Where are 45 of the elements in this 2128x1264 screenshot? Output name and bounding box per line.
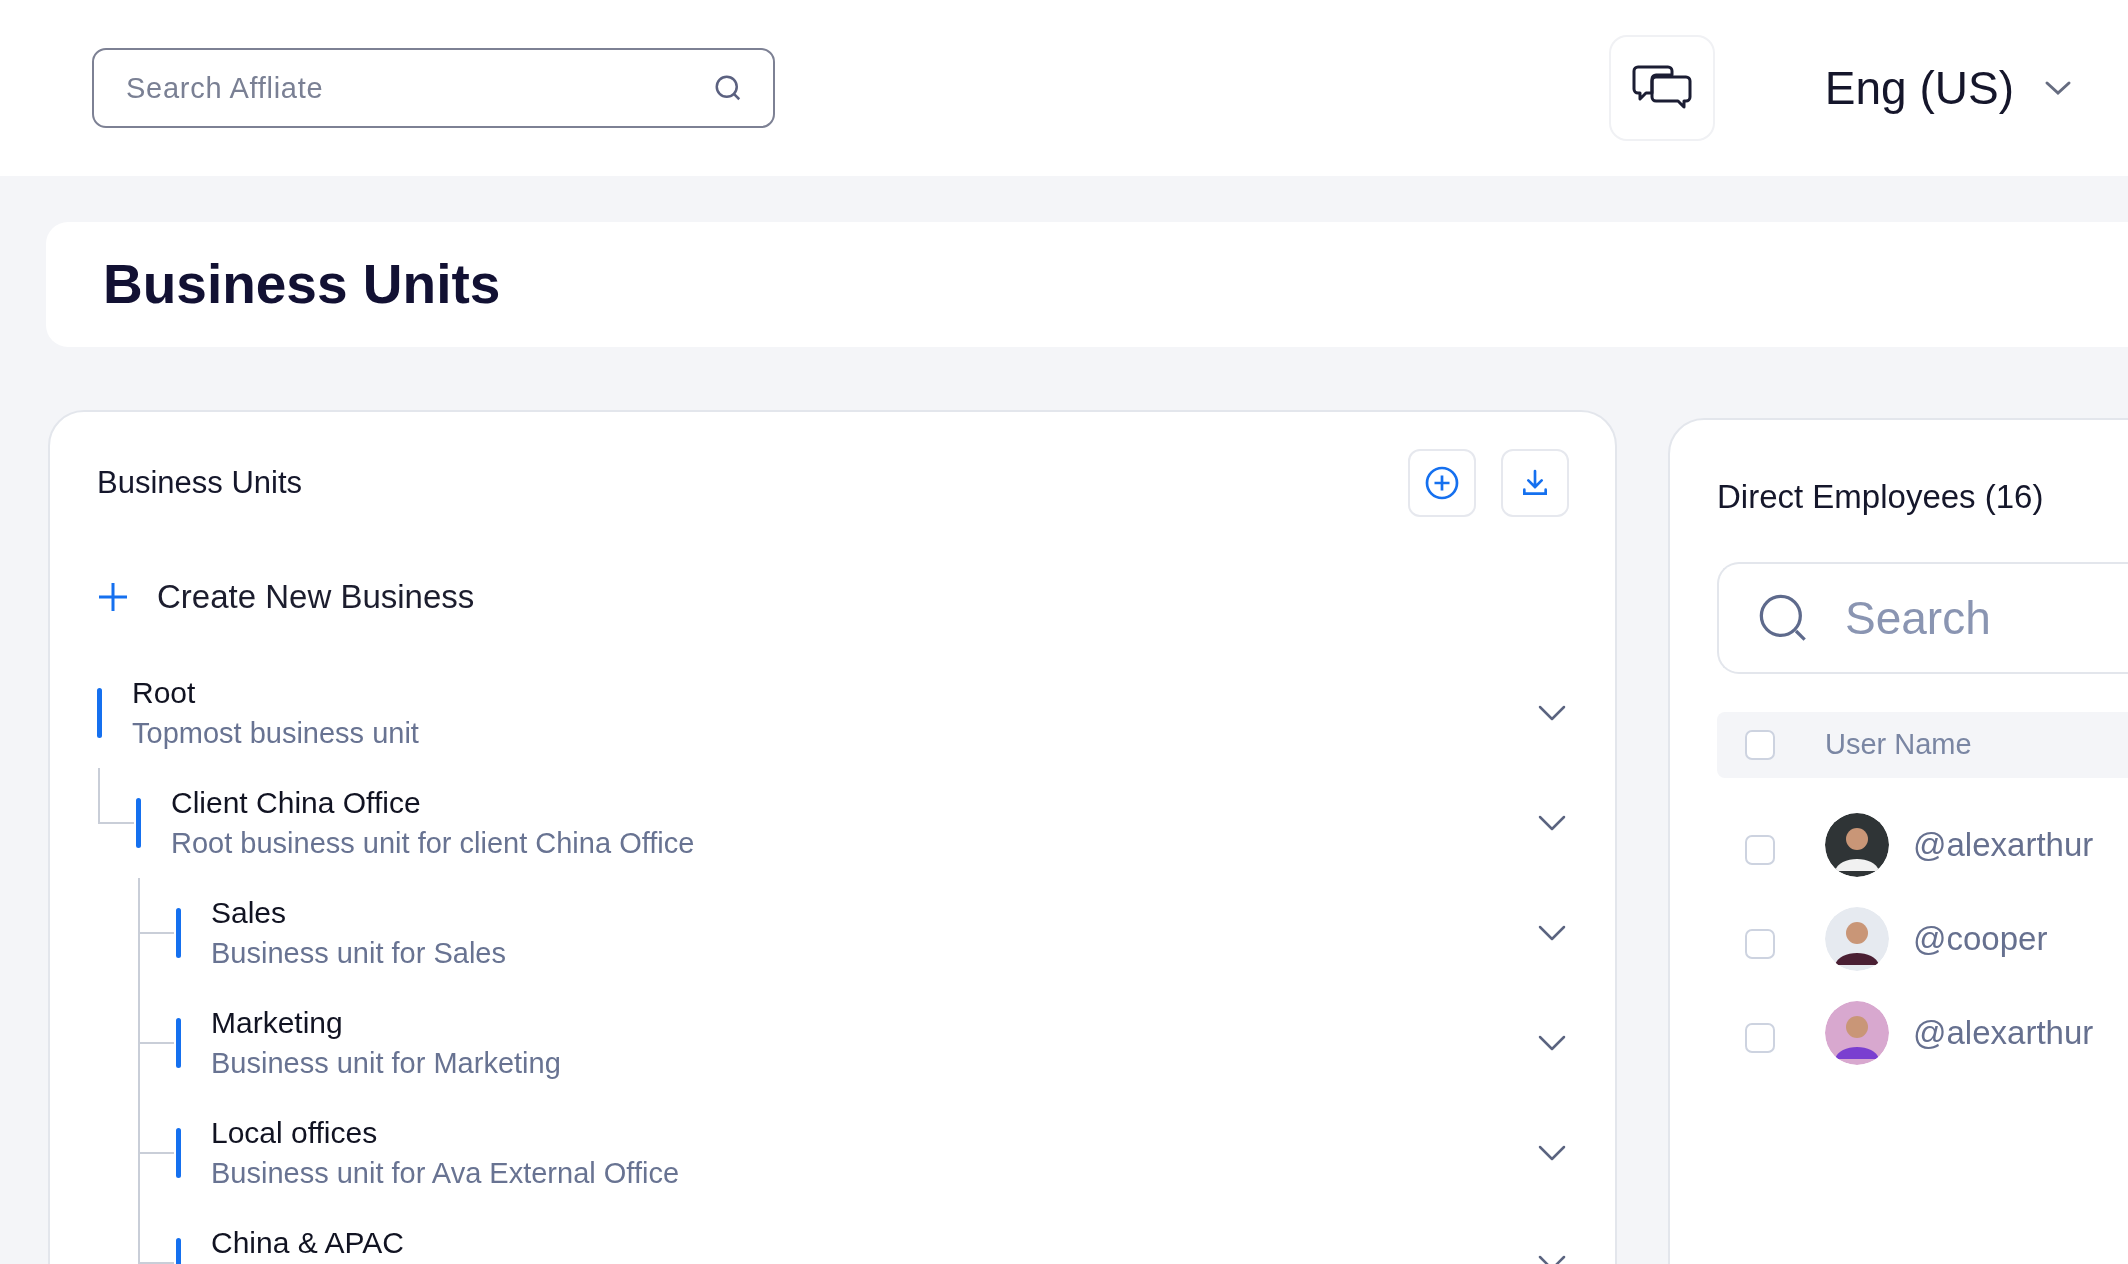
chevron-down-icon[interactable]: [1537, 1033, 1567, 1052]
plus-circle-icon: [1424, 465, 1460, 501]
checkbox[interactable]: [1745, 1022, 1775, 1053]
chevron-down-icon: [2044, 80, 2072, 96]
create-business-button[interactable]: Create New Business: [97, 572, 475, 622]
panel-title: Business Units: [97, 463, 304, 502]
unit-description: Business unit for Ava External Office: [211, 1155, 680, 1191]
unit-marker: [176, 1017, 181, 1068]
chat-button[interactable]: [1608, 35, 1715, 141]
unit-description: Root business unit for client China Office: [171, 825, 696, 861]
unit-name: Sales: [211, 894, 288, 931]
add-button[interactable]: [1408, 449, 1476, 517]
avatar: [1825, 906, 1889, 971]
chevron-down-icon[interactable]: [1537, 703, 1567, 722]
chevron-down-icon[interactable]: [1537, 1143, 1567, 1162]
chevron-down-icon[interactable]: [1537, 923, 1567, 942]
user-name: @cooper: [1913, 918, 2048, 959]
user-name: @alexarthur: [1913, 824, 2094, 865]
unit-name: China & APAC: [211, 1224, 405, 1261]
unit-name: Root: [132, 674, 197, 711]
unit-name: Marketing: [211, 1004, 344, 1041]
page-title: Business Units: [103, 252, 501, 318]
search-icon: [713, 73, 743, 103]
search-field[interactable]: Search Affliate: [92, 48, 775, 128]
unit-description: Business unit for Marketing: [211, 1045, 562, 1081]
user-name: @alexarthur: [1913, 1012, 2094, 1053]
chevron-down-icon[interactable]: [1537, 813, 1567, 832]
unit-description: Topmost business unit: [132, 715, 420, 751]
language-selector[interactable]: Eng (US): [1824, 53, 2072, 123]
unit-marker: [176, 1127, 181, 1178]
unit-marker: [176, 907, 181, 958]
unit-name: Local offices: [211, 1114, 379, 1151]
unit-name: Client China Office: [171, 784, 422, 821]
panel-title: Direct Employees (16): [1717, 477, 2045, 517]
unit-marker: [97, 687, 102, 738]
download-button[interactable]: [1501, 449, 1569, 517]
unit-marker: [136, 797, 141, 848]
unit-description: Business unit for Sales: [211, 935, 507, 971]
checkbox[interactable]: [1745, 729, 1775, 760]
checkbox[interactable]: [1745, 928, 1775, 959]
column-header: User Name: [1825, 726, 1972, 762]
avatar: [1825, 812, 1889, 877]
avatar: [1825, 1000, 1889, 1065]
plus-icon: [97, 580, 129, 613]
checkbox[interactable]: [1745, 834, 1775, 865]
